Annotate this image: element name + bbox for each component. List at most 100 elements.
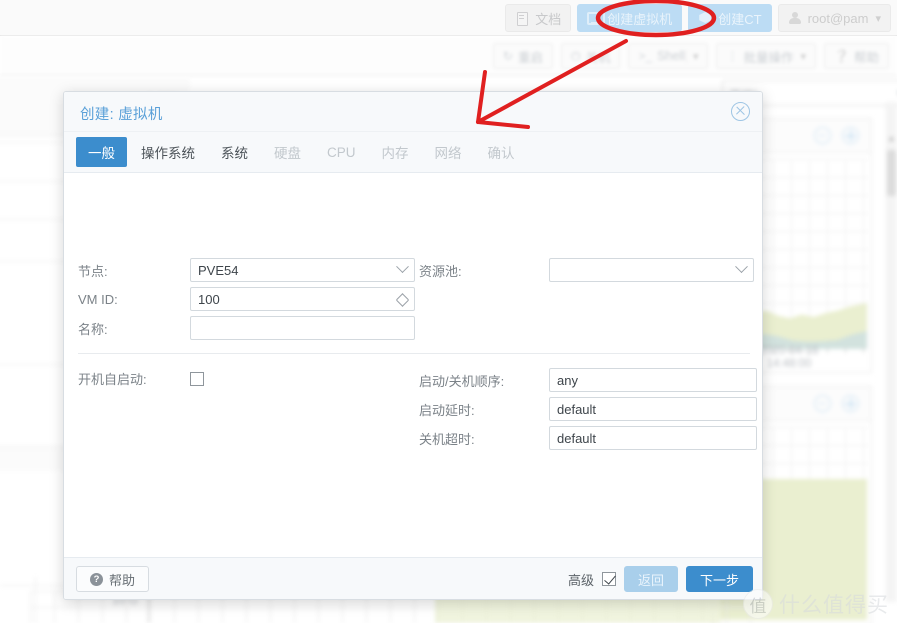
create-ct-button[interactable]: 创建CT (688, 4, 772, 32)
startup-delay-value: default (557, 401, 597, 417)
terminal-icon: >_ (638, 49, 653, 63)
shutdown-label: 关机 (585, 50, 611, 65)
node-select[interactable]: PVE54 (190, 258, 415, 282)
startup-order-label: 启动/关机顺序: (419, 373, 505, 389)
create-vm-dialog: 创建: 虚拟机 一般 操作系统 系统 硬盘 CPU 内存 网络 确认 节点: P… (63, 91, 763, 600)
advanced-label: 高级 (567, 572, 594, 588)
scrollbar-thumb[interactable] (887, 150, 896, 196)
shell-label: Shell (657, 49, 685, 63)
vmid-stepper[interactable]: 100 (190, 287, 415, 311)
pool-row: 资源池: (419, 258, 754, 282)
tab-cpu: CPU (327, 144, 356, 160)
scroll-up-icon[interactable]: ▲ (887, 132, 896, 144)
advanced-checkbox[interactable] (601, 572, 616, 586)
chevron-down-icon: ▾ (800, 50, 807, 63)
pool-select[interactable] (549, 258, 754, 282)
startup-order-value: any (557, 372, 578, 388)
app-header: 文档 创建虚拟机 创建CT root@pam ▾ (0, 0, 897, 36)
footer-left: ? 帮助 (76, 566, 150, 592)
shutdown-timeout-row: 关机超时: default (419, 426, 757, 450)
chevron-down-icon (396, 260, 409, 274)
close-icon[interactable] (731, 102, 750, 121)
vmid-value: 100 (198, 291, 220, 307)
user-menu-label: root@pam (807, 10, 869, 26)
container-icon (698, 11, 713, 25)
startup-delay-row: 启动延时: default (419, 397, 757, 421)
collapse-icon[interactable] (814, 395, 831, 412)
chevron-down-icon (735, 260, 748, 274)
tab-network: 网络 (434, 146, 462, 161)
node-row: 节点: PVE54 (78, 258, 415, 282)
expand-icon[interactable] (842, 395, 859, 412)
vmid-label: VM ID: (78, 291, 118, 307)
question-icon: ❔ (834, 49, 849, 63)
document-icon (515, 11, 530, 26)
pool-label: 资源池: (419, 263, 462, 279)
name-label: 名称: (78, 321, 108, 337)
documentation-button[interactable]: 文档 (505, 4, 572, 32)
shutdown-timeout-value: default (557, 430, 597, 446)
power-icon: ⏻ (570, 48, 581, 63)
tab-confirm: 确认 (487, 146, 515, 161)
chevron-down-icon: ▾ (875, 12, 881, 25)
startup-order-row: 启动/关机顺序: any (419, 368, 757, 392)
restart-button[interactable]: ↻ 重启 (492, 43, 553, 69)
shutdown-button[interactable]: ⏻ 关机 (560, 43, 621, 69)
user-icon (788, 11, 803, 25)
footer-right: 高级 返回 下一步 (568, 566, 753, 592)
name-row: 名称: (78, 316, 415, 340)
startup-order-input[interactable]: any (549, 368, 757, 392)
dialog-tabs: 一般 操作系统 系统 硬盘 CPU 内存 网络 确认 (64, 132, 762, 173)
documentation-label: 文档 (535, 11, 562, 27)
startup-delay-label: 启动延时: (419, 402, 475, 418)
dialog-help-label: 帮助 (109, 572, 136, 588)
tab-memory: 内存 (381, 146, 409, 161)
node-toolbar-items: ↻ 重启 ⏻ 关机 >_ Shell ▾ ⋮ 批量操作 ▾ ❔ 帮助 (492, 43, 889, 69)
dialog-body: 节点: PVE54 VM ID: 100 名称: 资源池: 开机自启动: 启动/… (64, 173, 762, 558)
bulk-actions-label: 批量操作 (743, 50, 794, 65)
kebab-menu-icon: ⋮ (726, 49, 739, 63)
chevron-down-icon: ▾ (685, 49, 698, 63)
user-menu-button[interactable]: root@pam ▾ (777, 4, 891, 32)
shutdown-timeout-label: 关机超时: (419, 431, 475, 447)
watermark-logo: 值 (743, 589, 773, 619)
dialog-header: 创建: 虚拟机 (64, 92, 762, 132)
toolbar-help-button[interactable]: ❔ 帮助 (824, 43, 889, 69)
collapse-icon[interactable] (814, 127, 831, 144)
scrollbar-track[interactable]: ▲ (886, 102, 897, 602)
back-button[interactable]: 返回 (623, 566, 678, 592)
create-vm-label: 创建虚拟机 (607, 11, 673, 27)
tab-os[interactable]: 操作系统 (129, 137, 207, 167)
create-vm-button[interactable]: 创建虚拟机 (577, 4, 683, 32)
startup-delay-input[interactable]: default (549, 397, 757, 421)
watermark: 值 什么值得买 (743, 589, 889, 619)
shell-button[interactable]: >_ Shell ▾ (628, 43, 709, 69)
shutdown-timeout-input[interactable]: default (549, 426, 757, 450)
header-actions: 文档 创建虚拟机 创建CT root@pam ▾ (505, 4, 891, 32)
vmid-row: VM ID: 100 (78, 287, 415, 311)
dialog-help-button[interactable]: ? 帮助 (76, 566, 150, 592)
node-toolbar: ↻ 重启 ⏻ 关机 >_ Shell ▾ ⋮ 批量操作 ▾ ❔ 帮助 (0, 36, 897, 76)
tab-hard-disk: 硬盘 (274, 146, 301, 161)
restart-label: 重启 (517, 50, 543, 65)
tab-system[interactable]: 系统 (209, 137, 260, 167)
watermark-text: 什么值得买 (779, 594, 889, 617)
node-label: 节点: (78, 263, 108, 279)
section-divider (78, 353, 750, 354)
autostart-row: 开机自启动: (78, 369, 204, 388)
restart-icon: ↻ (502, 49, 513, 63)
dialog-footer: ? 帮助 高级 返回 下一步 (64, 557, 762, 599)
question-icon: ? (90, 572, 103, 586)
node-value: PVE54 (198, 262, 239, 278)
tab-general[interactable]: 一般 (76, 137, 127, 167)
name-input[interactable] (190, 316, 415, 340)
toolbar-help-label: 帮助 (853, 50, 879, 65)
bulk-actions-button[interactable]: ⋮ 批量操作 ▾ (716, 43, 817, 69)
stepper-arrows-icon[interactable] (397, 291, 408, 309)
monitor-icon (587, 11, 606, 25)
create-ct-label: 创建CT (718, 11, 762, 27)
autostart-checkbox[interactable] (190, 371, 204, 386)
screen: 文档 创建虚拟机 创建CT root@pam ▾ ↻ 重启 ⏻ 关机 >_ Sh… (0, 0, 897, 623)
autostart-label: 开机自启动: (78, 372, 147, 387)
expand-icon[interactable] (842, 127, 859, 144)
